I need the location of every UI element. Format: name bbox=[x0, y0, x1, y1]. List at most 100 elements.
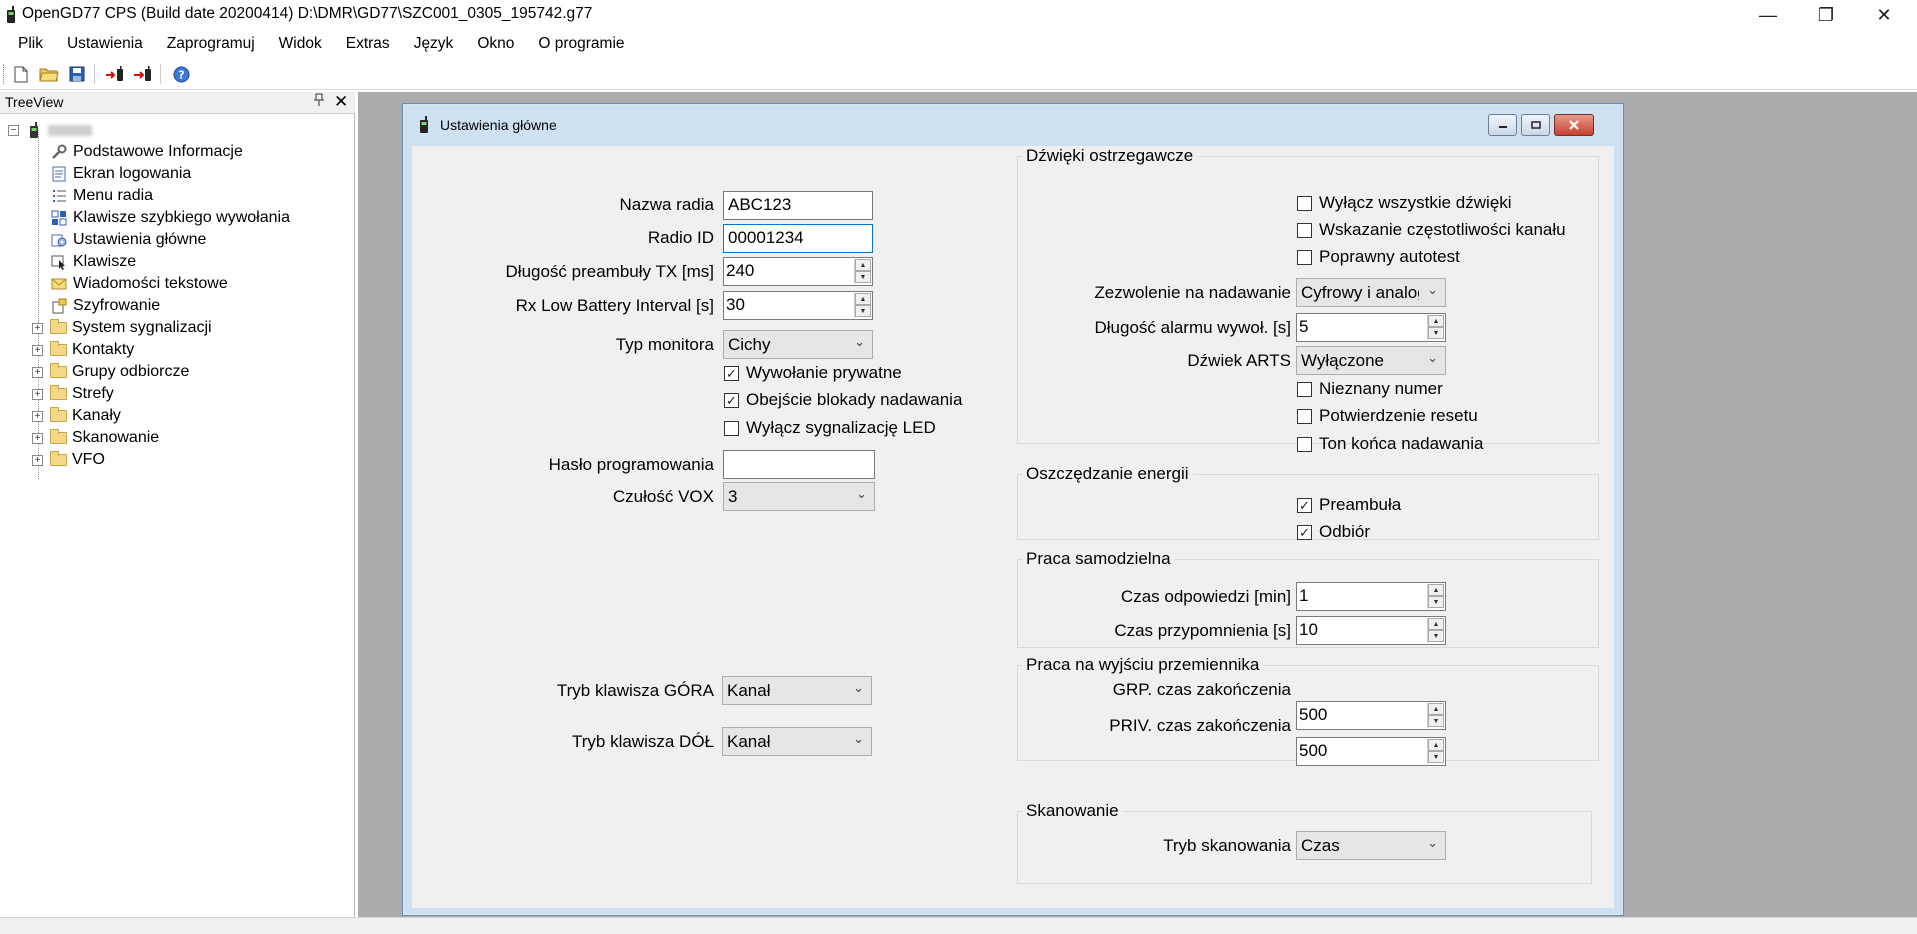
save-button[interactable] bbox=[66, 64, 88, 84]
expand-icon[interactable]: + bbox=[32, 432, 43, 444]
vox-sensitivity-select[interactable]: 3 ⌄ bbox=[723, 482, 875, 511]
spin-down-icon[interactable]: ▼ bbox=[855, 305, 871, 317]
key-up-mode-select[interactable]: Kanał ⌄ bbox=[722, 676, 872, 705]
spin-up-icon[interactable]: ▲ bbox=[855, 293, 871, 305]
spin-up-icon[interactable]: ▲ bbox=[1428, 703, 1444, 715]
unknown-number-checkbox[interactable]: Nieznany numer bbox=[1297, 379, 1443, 399]
arts-tone-select[interactable]: Wyłączone ⌄ bbox=[1296, 346, 1446, 375]
power-save-preamble-checkbox[interactable]: ✓ Preambuła bbox=[1297, 495, 1401, 515]
disable-led-checkbox[interactable]: Wyłącz sygnalizację LED bbox=[724, 418, 936, 438]
menu-window[interactable]: Okno bbox=[465, 30, 526, 58]
tree-folder-rx-groups[interactable]: + Grupy odbiorcze bbox=[32, 361, 189, 383]
grp-hang-time-label: GRP. czas zakończenia bbox=[1112, 680, 1291, 699]
tree-root[interactable]: − bbox=[8, 119, 92, 141]
tree-folder-channels[interactable]: + Kanały bbox=[32, 405, 121, 427]
tree-item-encryption[interactable]: Szyfrowanie bbox=[50, 295, 160, 317]
tree-item-quick-keys[interactable]: Klawisze szybkiego wywołania bbox=[50, 207, 290, 229]
key-down-mode-select[interactable]: Kanał ⌄ bbox=[722, 727, 872, 756]
channel-freq-indication-checkbox[interactable]: Wskazanie częstotliwości kanału bbox=[1297, 220, 1566, 240]
expand-icon[interactable]: + bbox=[32, 410, 43, 422]
tree-item-radio-menu[interactable]: Menu radia bbox=[50, 185, 153, 207]
restore-button[interactable]: ❐ bbox=[1797, 0, 1855, 30]
tree-folder-contacts[interactable]: + Kontakty bbox=[32, 339, 134, 361]
selftest-pass-checkbox[interactable]: Poprawny autotest bbox=[1297, 247, 1460, 267]
call-alarm-length-stepper[interactable]: 5 ▲ ▼ bbox=[1296, 313, 1446, 342]
child-minimize-button[interactable] bbox=[1488, 114, 1517, 136]
radio-id-input[interactable]: 00001234 bbox=[723, 224, 873, 253]
menu-extras[interactable]: Extras bbox=[334, 30, 402, 58]
preamble-stepper[interactable]: 240 ▲ ▼ bbox=[723, 257, 873, 286]
menu-about[interactable]: O programie bbox=[526, 30, 636, 58]
screen-icon bbox=[52, 166, 66, 182]
response-time-stepper[interactable]: 1 ▲ ▼ bbox=[1296, 582, 1446, 611]
tree-folder-scan[interactable]: + Skanowanie bbox=[32, 427, 159, 449]
menu-program[interactable]: Zaprogramuj bbox=[155, 30, 267, 58]
toolbar-separator bbox=[160, 64, 161, 84]
write-to-radio-button[interactable] bbox=[132, 64, 154, 84]
tree-item-keys[interactable]: Klawisze bbox=[50, 251, 136, 273]
rx-low-battery-stepper[interactable]: 30 ▲ ▼ bbox=[723, 291, 873, 320]
expand-icon[interactable]: + bbox=[32, 366, 43, 378]
settings-gear-icon bbox=[51, 234, 67, 247]
menu-view[interactable]: Widok bbox=[267, 30, 334, 58]
expand-icon[interactable]: + bbox=[32, 344, 43, 356]
monitor-type-select[interactable]: Cichy ⌄ bbox=[723, 330, 873, 359]
spin-down-icon[interactable]: ▼ bbox=[1428, 327, 1444, 339]
spin-up-icon[interactable]: ▲ bbox=[1428, 618, 1444, 630]
spin-down-icon[interactable]: ▼ bbox=[1428, 596, 1444, 608]
spin-up-icon[interactable]: ▲ bbox=[855, 259, 871, 271]
spin-up-icon[interactable]: ▲ bbox=[1428, 584, 1444, 596]
chevron-down-icon: ⌄ bbox=[1427, 350, 1438, 365]
tree-item-text-messages[interactable]: Wiadomości tekstowe bbox=[50, 273, 228, 295]
open-folder-icon bbox=[39, 68, 59, 82]
spin-down-icon[interactable]: ▼ bbox=[1428, 751, 1444, 763]
collapse-icon[interactable]: − bbox=[8, 124, 19, 136]
power-save-rx-checkbox[interactable]: ✓ Odbiór bbox=[1297, 522, 1370, 542]
reset-confirm-checkbox[interactable]: Potwierdzenie resetu bbox=[1297, 406, 1478, 426]
tree-item-basic-info[interactable]: Podstawowe Informacje bbox=[50, 141, 243, 163]
child-title-bar[interactable]: Ustawienia główne bbox=[403, 104, 1623, 146]
scan-mode-select[interactable]: Czas ⌄ bbox=[1296, 831, 1446, 860]
standalone-title: Praca samodzielna bbox=[1022, 549, 1175, 569]
open-button[interactable] bbox=[38, 64, 60, 84]
pin-icon[interactable] bbox=[313, 93, 325, 111]
grp-hang-time-stepper[interactable]: 500 ▲ ▼ bbox=[1296, 701, 1446, 730]
checkbox-checked-icon: ✓ bbox=[724, 392, 739, 408]
end-tx-tone-checkbox[interactable]: Ton końca nadawania bbox=[1297, 434, 1483, 454]
spin-down-icon[interactable]: ▼ bbox=[855, 271, 871, 283]
radio-name-input[interactable]: ABC123 bbox=[723, 191, 873, 220]
help-button[interactable]: ? bbox=[170, 64, 192, 84]
toolbar-grip[interactable] bbox=[3, 64, 6, 84]
expand-icon[interactable]: + bbox=[32, 454, 43, 466]
tx-inhibit-bypass-checkbox[interactable]: ✓ Obejście blokady nadawania bbox=[724, 390, 962, 410]
folder-icon bbox=[49, 341, 67, 356]
tree-folder-vfo[interactable]: + VFO bbox=[32, 449, 105, 471]
close-button[interactable]: ✕ bbox=[1855, 0, 1913, 30]
child-restore-button[interactable] bbox=[1521, 114, 1550, 136]
menu-language[interactable]: Język bbox=[402, 30, 466, 58]
tx-permit-select[interactable]: Cyfrowy i analogowy ⌄ bbox=[1296, 278, 1446, 307]
spin-up-icon[interactable]: ▲ bbox=[1428, 739, 1444, 751]
reminder-time-stepper[interactable]: 10 ▲ ▼ bbox=[1296, 616, 1446, 645]
menu-file[interactable]: Plik bbox=[6, 30, 55, 58]
new-file-button[interactable] bbox=[10, 64, 32, 84]
read-from-radio-button[interactable] bbox=[104, 64, 126, 84]
spin-down-icon[interactable]: ▼ bbox=[1428, 630, 1444, 642]
tree-item-boot-screen[interactable]: Ekran logowania bbox=[50, 163, 191, 185]
expand-icon[interactable]: + bbox=[32, 322, 43, 334]
programming-password-input[interactable] bbox=[723, 450, 875, 479]
treeview-close-button[interactable]: ✕ bbox=[334, 92, 348, 112]
tree-folder-zones[interactable]: + Strefy bbox=[32, 383, 114, 405]
menu-settings[interactable]: Ustawienia bbox=[55, 30, 155, 58]
repeater-title: Praca na wyjściu przemiennika bbox=[1022, 655, 1264, 675]
disable-all-tones-checkbox[interactable]: Wyłącz wszystkie dźwięki bbox=[1297, 193, 1512, 213]
priv-hang-time-stepper[interactable]: 500 ▲ ▼ bbox=[1296, 737, 1446, 766]
tree-folder-signaling[interactable]: + System sygnalizacji bbox=[32, 317, 212, 339]
expand-icon[interactable]: + bbox=[32, 388, 43, 400]
minimize-button[interactable]: — bbox=[1739, 0, 1797, 30]
private-call-checkbox[interactable]: ✓ Wywołanie prywatne bbox=[724, 363, 902, 383]
child-close-button[interactable] bbox=[1554, 114, 1594, 136]
spin-down-icon[interactable]: ▼ bbox=[1428, 715, 1444, 727]
tree-item-general-settings[interactable]: Ustawienia główne bbox=[50, 229, 206, 251]
spin-up-icon[interactable]: ▲ bbox=[1428, 315, 1444, 327]
